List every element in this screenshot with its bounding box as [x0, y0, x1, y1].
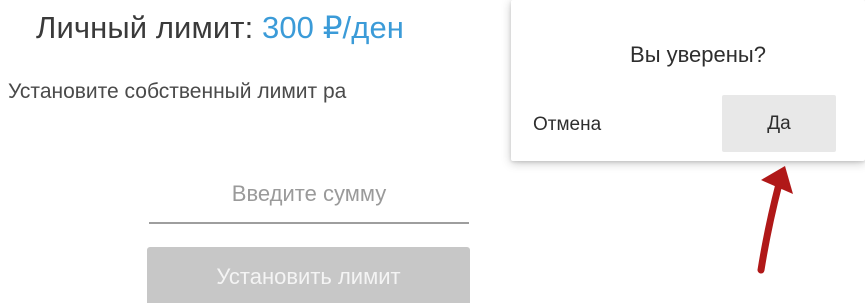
dialog-question: Вы уверены?	[630, 42, 766, 67]
personal-limit-value: 300 ₽/ден	[262, 10, 405, 45]
personal-limit-label: Личный лимит:	[36, 10, 262, 45]
set-limit-button[interactable]: Установить лимит	[147, 247, 470, 303]
confirm-button[interactable]: Да	[722, 95, 836, 152]
cancel-button[interactable]: Отмена	[533, 96, 645, 154]
page: Личный лимит: 300 ₽/ден Установите собст…	[0, 0, 865, 303]
confirm-dialog: Вы уверены? Отмена Да	[511, 0, 865, 161]
limit-description: Установите собственный лимит ра	[8, 80, 347, 103]
personal-limit-heading: Личный лимит: 300 ₽/ден	[36, 10, 404, 46]
arrow-shaft	[757, 180, 783, 274]
red-arrow-icon	[757, 166, 793, 274]
amount-input[interactable]	[149, 166, 469, 224]
